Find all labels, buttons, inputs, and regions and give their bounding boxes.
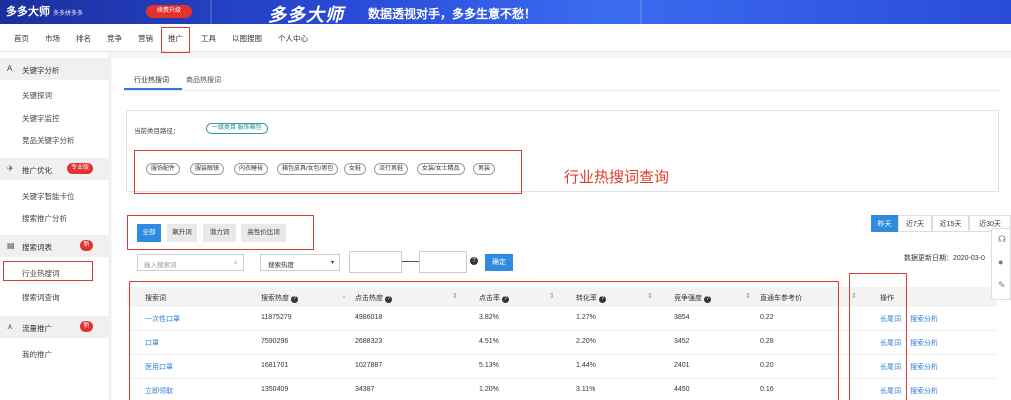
select-value: 搜索热度 <box>268 262 294 269</box>
nav-image-search[interactable]: 以图搜图 <box>232 33 262 44</box>
range-max-input[interactable] <box>419 251 467 273</box>
search-input[interactable]: 输入搜索词 ⌕ <box>137 254 244 271</box>
letter-a-icon: A <box>7 64 13 73</box>
range-min-input[interactable] <box>349 251 402 273</box>
search-icon: ⌕ <box>233 258 238 267</box>
confirm-button[interactable]: 确定 <box>485 254 513 271</box>
sidebar: A 关键字分析 关键探词 关键字监控 竞品关键字分析 ✈ 推广优化 专业版 关键… <box>0 53 110 400</box>
annotation-box-operations <box>849 273 907 400</box>
range-yesterday[interactable]: 昨天 <box>871 215 898 232</box>
brand-slogan: 数据透视对手，多多生意不愁！ <box>368 7 537 21</box>
new-badge: 新 <box>80 321 93 332</box>
sidebar-section-traffic[interactable]: ⋏ 流量推广 新 <box>0 316 110 338</box>
floating-toolbar: ☊ ● ✎ <box>991 228 1011 300</box>
segment-potential[interactable]: 潜力词 <box>203 224 236 242</box>
nav-competition[interactable]: 竞争 <box>107 33 122 44</box>
rocket-icon: ✈ <box>7 164 14 173</box>
upgrade-button[interactable]: 续费升级 <box>146 5 192 18</box>
category-pill[interactable]: 女装/女士精品 <box>417 163 465 175</box>
brand-title: 多多大师 <box>268 5 344 24</box>
main-panel: 行业热搜词 商品热搜词 当前类目路径： 一级类目 服饰箱包 服饰配件 服装眼镜 … <box>112 58 1011 400</box>
caret-down-icon: ▾ <box>330 260 334 266</box>
chat-icon[interactable]: ● <box>998 257 1003 267</box>
category-path-pill[interactable]: 一级类目 服饰箱包 <box>206 123 268 134</box>
help-icon[interactable]: ? <box>470 257 478 265</box>
search-analysis-link[interactable]: 搜索分析 <box>910 338 938 348</box>
top-nav: 首页 市场 排名 竞争 营销 推广 工具 以图搜图 个人中心 <box>0 24 1011 53</box>
category-pill[interactable]: 服装眼镜 <box>190 163 225 175</box>
edit-icon[interactable]: ✎ <box>998 280 1006 291</box>
sidebar-item-industry-hot-words[interactable]: 行业热搜词 <box>22 268 60 279</box>
banner-decoration <box>640 0 642 24</box>
category-pill[interactable]: 内衣睡袜 <box>234 163 269 175</box>
sidebar-section-label: 搜索词表 <box>22 243 52 252</box>
nav-market[interactable]: 市场 <box>45 33 60 44</box>
active-tab-indicator <box>124 88 182 90</box>
sidebar-item-keyword-explore[interactable]: 关键探词 <box>22 90 52 101</box>
pro-badge: 专业版 <box>67 163 93 174</box>
sidebar-item-search-word-query[interactable]: 搜索词查询 <box>22 292 60 303</box>
category-pill[interactable]: 服饰配件 <box>146 163 181 175</box>
category-pill[interactable]: 箱包皮具/女包/男包 <box>277 163 339 175</box>
search-placeholder: 输入搜索词 <box>144 262 177 269</box>
logo[interactable]: 多多大师 多多拼多多 <box>6 3 83 19</box>
sidebar-item-keyword-monitor[interactable]: 关键字监控 <box>22 113 60 124</box>
annotation-text: 行业热搜词查询 <box>564 169 670 186</box>
category-pill[interactable]: 男装 <box>473 163 496 175</box>
category-pill[interactable]: 流行男鞋 <box>374 163 409 175</box>
category-path-label: 当前类目路径： <box>134 128 180 135</box>
segment-rising[interactable]: 飙升词 <box>167 224 197 242</box>
update-date: 数据更新日期：2020-03-0 <box>904 255 985 262</box>
sidebar-item-search-promo-analysis[interactable]: 搜索推广分析 <box>22 213 67 224</box>
headset-icon[interactable]: ☊ <box>998 234 1006 245</box>
range-15-days[interactable]: 近15天 <box>932 215 969 232</box>
sidebar-section-keyword[interactable]: A 关键字分析 <box>0 58 110 80</box>
tab-product-hot-words[interactable]: 商品热搜词 <box>186 75 221 85</box>
sort-select[interactable]: 搜索热度 ▾ <box>260 254 340 271</box>
sidebar-section-label: 流量推广 <box>22 324 52 333</box>
search-analysis-link[interactable]: 搜索分析 <box>910 386 938 396</box>
segment-all[interactable]: 全部 <box>137 224 161 242</box>
nav-personal-center[interactable]: 个人中心 <box>278 33 308 44</box>
sidebar-item-my-promotion[interactable]: 我的推广 <box>22 349 52 360</box>
top-banner: 多多大师 多多拼多多 续费升级 多多大师 数据透视对手，多多生意不愁！ <box>0 0 1011 24</box>
new-badge: 新 <box>80 240 93 251</box>
annotation-box-table <box>129 281 839 400</box>
sidebar-section-promo[interactable]: ✈ 推广优化 专业版 <box>0 158 110 180</box>
range-7-days[interactable]: 近7天 <box>898 215 932 232</box>
sidebar-section-label: 推广优化 <box>22 166 52 175</box>
search-analysis-link[interactable]: 搜索分析 <box>910 362 938 372</box>
network-icon: ⋏ <box>7 322 13 331</box>
search-analysis-link[interactable]: 搜索分析 <box>910 314 938 324</box>
nav-ranking[interactable]: 排名 <box>76 33 91 44</box>
chart-icon: ▤ <box>7 241 15 250</box>
segment-value[interactable]: 高性价比词 <box>241 224 286 242</box>
category-pill[interactable]: 女鞋 <box>344 163 367 175</box>
nav-home[interactable]: 首页 <box>14 33 29 44</box>
nav-tools[interactable]: 工具 <box>201 33 216 44</box>
sidebar-item-competitor-keyword[interactable]: 竞品关键字分析 <box>22 135 75 146</box>
range-dash <box>402 261 419 262</box>
sidebar-section-search-words[interactable]: ▤ 搜索词表 新 <box>0 235 110 257</box>
nav-promotion[interactable]: 推广 <box>161 27 190 53</box>
nav-marketing[interactable]: 营销 <box>138 33 153 44</box>
sidebar-item-smart-bid[interactable]: 关键字智能卡位 <box>22 191 75 202</box>
banner-decoration <box>210 0 212 24</box>
tab-divider <box>124 90 999 91</box>
tab-industry-hot-words[interactable]: 行业热搜词 <box>134 75 169 85</box>
sidebar-section-label: 关键字分析 <box>22 66 60 75</box>
